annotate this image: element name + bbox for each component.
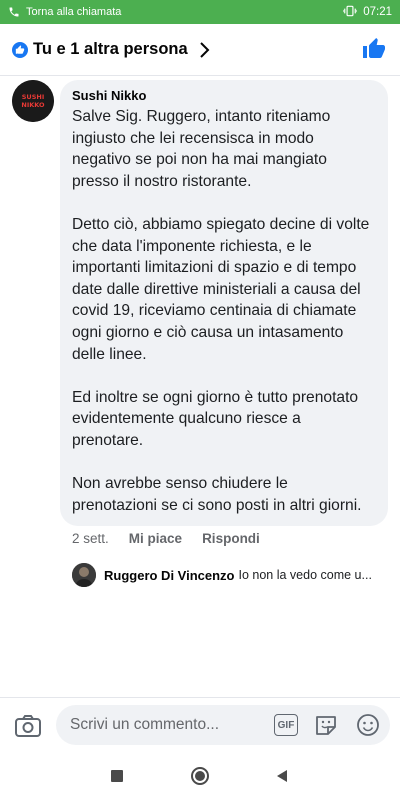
- divider: [0, 697, 400, 698]
- reply-button[interactable]: Rispondi: [202, 531, 260, 546]
- home-icon[interactable]: [190, 766, 210, 786]
- clock-time: 07:21: [363, 6, 392, 18]
- sushi-nikko-logo: SUSHI NIKKO: [12, 80, 54, 122]
- like-button-icon[interactable]: [362, 37, 386, 61]
- emoji-icon[interactable]: [356, 713, 380, 737]
- vibrate-icon: [342, 5, 358, 20]
- gif-icon[interactable]: GIF: [274, 714, 298, 736]
- reactions-header: Tu e 1 altra persona: [0, 24, 400, 76]
- comment-author[interactable]: Sushi Nikko: [72, 88, 376, 103]
- sticker-icon[interactable]: [314, 713, 338, 737]
- chevron-right-icon[interactable]: [198, 41, 212, 59]
- reply-author[interactable]: Ruggero Di Vincenzo: [104, 568, 235, 583]
- camera-icon[interactable]: [14, 713, 42, 739]
- phone-icon: [8, 6, 20, 18]
- status-bar[interactable]: Torna alla chiamata 07:21: [0, 0, 400, 24]
- comment-actions: 2 sett. Mi piace Rispondi: [72, 531, 260, 546]
- svg-text:SUSHI: SUSHI: [22, 93, 45, 101]
- status-indicators: 07:21: [342, 5, 392, 20]
- comment-paragraph: Detto ciò, abbiamo spiegato decine di vo…: [72, 215, 370, 363]
- reactions-summary[interactable]: Tu e 1 altra persona: [33, 40, 188, 59]
- like-reaction-icon: [12, 41, 28, 58]
- comment-paragraph: Ed inoltre se ogni giorno è tutto prenot…: [72, 388, 359, 449]
- return-to-call-label: Torna alla chiamata: [26, 6, 122, 18]
- person-avatar-icon: [72, 563, 96, 587]
- svg-text:NIKKO: NIKKO: [21, 101, 45, 109]
- comment-input-placeholder: Scrivi un commento...: [70, 716, 220, 733]
- recent-apps-icon[interactable]: [111, 770, 123, 782]
- reply-text: Io non la vedo come u...: [238, 568, 372, 582]
- comment-paragraph: Non avrebbe senso chiudere le prenotazio…: [72, 475, 362, 514]
- reply-preview[interactable]: Ruggero Di Vincenzo Io non la vedo come …: [72, 561, 392, 589]
- comment-timestamp: 2 sett.: [72, 531, 109, 546]
- back-icon[interactable]: [275, 769, 289, 783]
- like-button[interactable]: Mi piace: [129, 531, 182, 546]
- comment-paragraph: Salve Sig. Ruggero, intanto riteniamo in…: [72, 108, 331, 190]
- avatar[interactable]: SUSHI NIKKO: [12, 80, 54, 122]
- avatar[interactable]: [72, 563, 96, 587]
- return-to-call[interactable]: Torna alla chiamata: [8, 6, 121, 18]
- comment-bubble[interactable]: Sushi Nikko Salve Sig. Ruggero, intanto …: [60, 80, 388, 526]
- system-nav-bar: [0, 752, 400, 800]
- comment-input[interactable]: Scrivi un commento...: [56, 705, 390, 745]
